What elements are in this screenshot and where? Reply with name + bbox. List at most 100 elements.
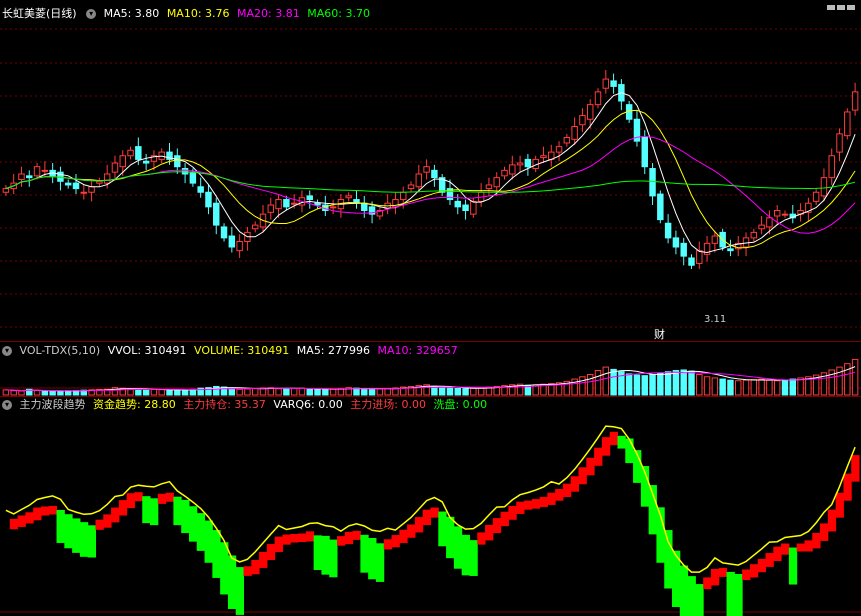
candle-body: [329, 206, 337, 209]
candle-body: [641, 137, 648, 168]
candle-body: [664, 222, 672, 239]
main-hold-down-bar: [461, 534, 470, 576]
volume-bar: [797, 377, 804, 396]
candle-body: [306, 195, 313, 201]
volume-bar: [10, 390, 17, 396]
volume-bar: [57, 390, 64, 396]
main-hold-up-bar: [703, 577, 712, 590]
main-hold-up-bar: [749, 564, 759, 578]
candle-body: [555, 146, 563, 153]
main-hold-up-bar: [500, 511, 509, 527]
main-hold-down-bar: [375, 543, 385, 582]
main-hold-up-bar: [126, 493, 135, 509]
main-hold-up-bar: [586, 457, 595, 476]
volume-bar: [290, 387, 298, 396]
main-hold-up-bar: [9, 518, 19, 530]
candle-body: [135, 146, 142, 160]
candle-body: [431, 169, 438, 179]
main-hold-down-bar: [87, 525, 96, 558]
candle-body: [236, 241, 243, 252]
volume-bar: [158, 389, 165, 396]
candle-body: [773, 210, 781, 217]
volume-bar: [33, 389, 41, 396]
varq6-label: VARQ6: 0.00: [273, 398, 343, 411]
volume-bar: [602, 366, 610, 396]
main-hold-down-bar: [220, 542, 229, 595]
volume-bar: [719, 378, 726, 396]
main-hold-up-bar: [352, 530, 361, 540]
candle-body: [750, 231, 758, 239]
candle-body: [267, 204, 275, 213]
volume-bar: [672, 370, 680, 396]
main-hold-up-bar: [25, 512, 34, 524]
volume-bar: [244, 388, 251, 396]
volume-bar: [649, 374, 656, 396]
main-hold-down-bar: [79, 522, 89, 557]
candle-body: [485, 184, 493, 190]
vol-ma10-label: MA10: 329657: [377, 344, 458, 357]
main-hold-up-bar: [414, 517, 424, 533]
candle-body: [758, 224, 765, 230]
candle-body: [828, 155, 835, 179]
main-hold-up-bar: [430, 507, 439, 518]
main-hold-up-bar: [165, 492, 174, 502]
main-hold-up-bar: [40, 506, 50, 516]
candle-body: [594, 91, 602, 106]
chevron-down-icon[interactable]: ▾: [2, 400, 12, 410]
ma5-line: [5, 92, 856, 254]
volume-bar: [438, 387, 446, 396]
volume-bar: [633, 374, 641, 396]
chart-canvas: [0, 28, 861, 616]
main-hold-up-bar: [337, 536, 346, 546]
volume-bar: [781, 379, 789, 396]
main-hold-down-bar: [321, 535, 330, 575]
candle-body: [696, 250, 703, 264]
candle-body: [781, 213, 789, 216]
candle-body: [361, 202, 368, 211]
main-hold-down-bar: [204, 520, 213, 563]
volume-bar: [41, 390, 49, 396]
candle-body: [80, 191, 88, 194]
main-hold-down-bar: [679, 565, 689, 616]
candle-body: [602, 78, 610, 89]
main-hold-up-bar: [290, 534, 299, 543]
candle-body: [205, 191, 212, 208]
candle-body: [540, 155, 547, 159]
volume-bar: [594, 370, 602, 396]
candle-body: [88, 186, 95, 193]
candle-body: [275, 199, 282, 210]
main-hold-down-bar: [360, 534, 369, 573]
candle-body: [524, 158, 532, 168]
main-hold-up-bar: [17, 515, 26, 527]
candle-body: [470, 200, 477, 215]
main-hold-up-bar: [422, 509, 431, 526]
main-hold-down-bar: [212, 530, 221, 578]
main-hold-down-bar: [142, 496, 151, 524]
candle-body: [96, 180, 103, 184]
candle-body: [18, 173, 25, 180]
candle-body: [501, 169, 508, 177]
main-hold-up-bar: [157, 493, 167, 504]
candle-body: [220, 226, 228, 239]
candle-body: [174, 155, 181, 168]
main-hold-up-bar: [305, 531, 315, 542]
main-hold-up-bar: [282, 534, 291, 545]
candle-body: [571, 126, 578, 140]
volume-bar: [680, 369, 687, 396]
main-hold-up-bar: [796, 543, 805, 552]
volume-bar: [735, 380, 742, 396]
fund-trend-label: 资金趋势: 28.80: [93, 398, 176, 411]
main-hold-up-bar: [835, 492, 844, 518]
main-hold-up-bar: [812, 532, 821, 549]
volume-bar: [368, 388, 376, 396]
main-hold-down-bar: [687, 576, 696, 616]
main-hold-up-bar: [259, 552, 268, 568]
volume-panel-header: ▾ VOL-TDX(5,10) VVOL: 310491 VOLUME: 310…: [0, 343, 462, 359]
volume-bar: [150, 388, 158, 396]
candle-body: [290, 202, 298, 205]
main-hold-down-bar: [227, 555, 237, 609]
main-hold-up-bar: [298, 533, 307, 542]
main-hold-up-bar: [757, 558, 767, 573]
chevron-down-icon[interactable]: ▾: [2, 346, 12, 356]
volume-bar: [844, 363, 851, 396]
